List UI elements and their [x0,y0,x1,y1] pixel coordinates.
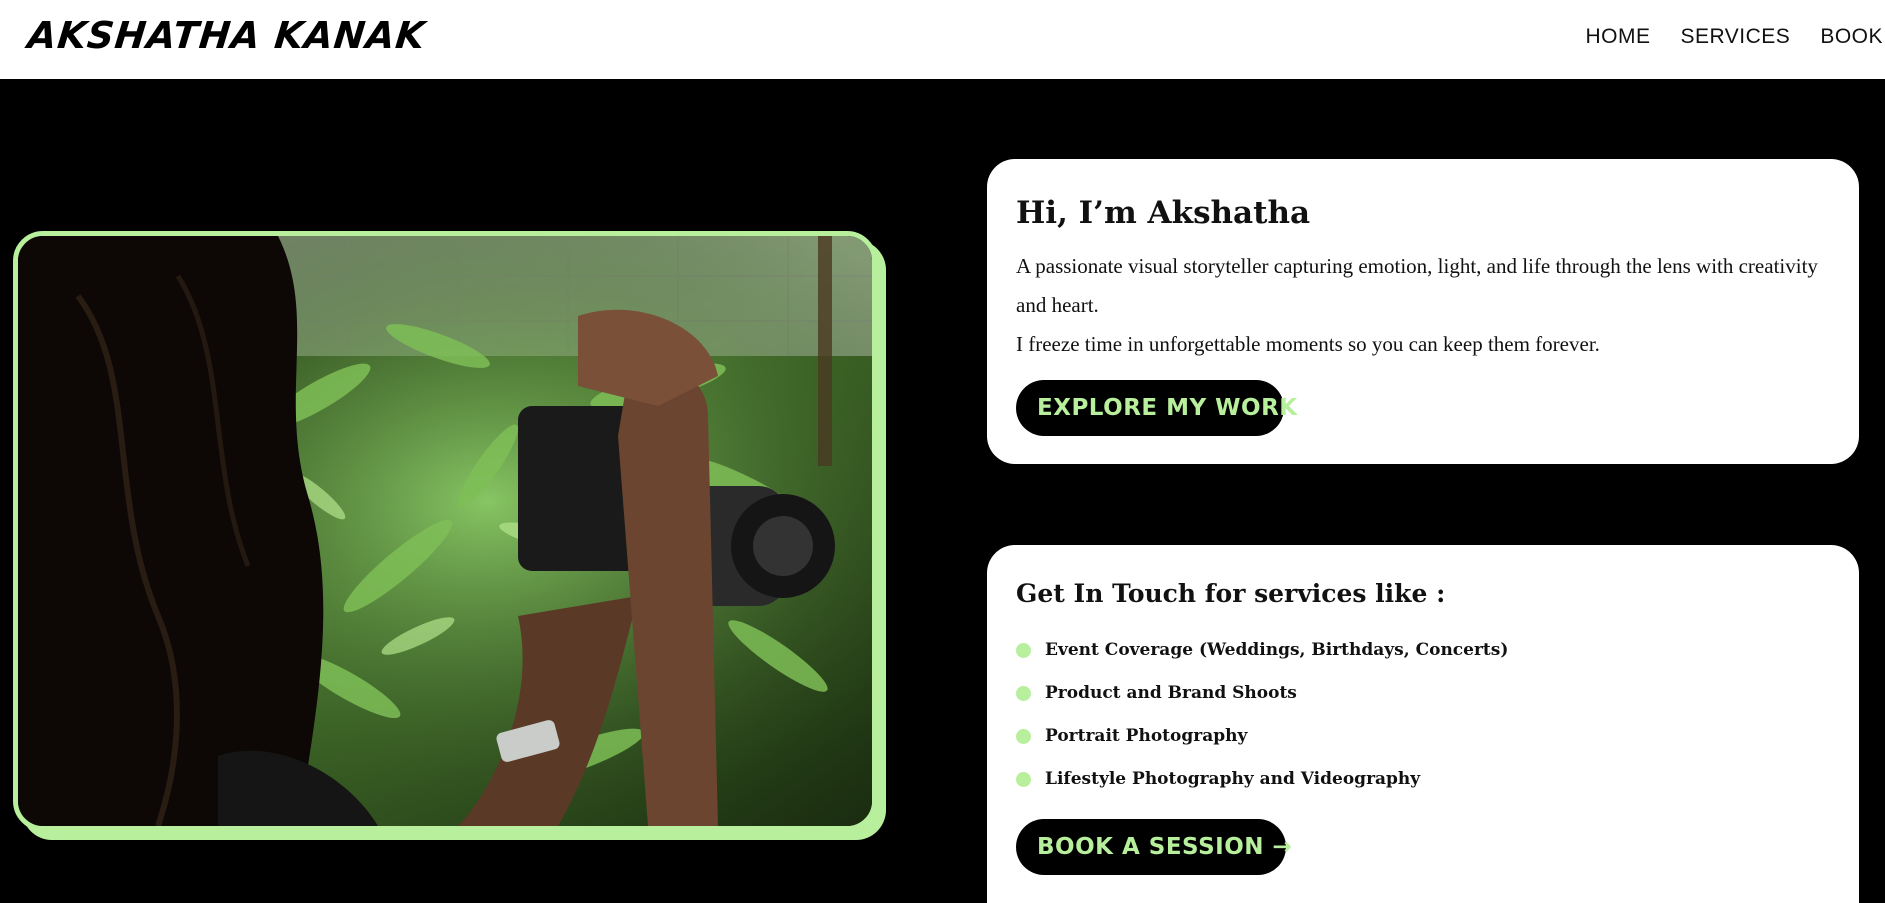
intro-line-1: A passionate visual storyteller capturin… [1016,254,1818,317]
intro-line-2: I freeze time in unforgettable moments s… [1016,332,1600,356]
services-card: Get In Touch for services like : Event C… [987,545,1859,903]
services-title: Get In Touch for services like : [1016,579,1446,608]
nav-home-link[interactable]: HOME [1585,25,1650,49]
intro-text: A passionate visual storyteller capturin… [1016,247,1836,364]
service-item: Portrait Photography [1016,725,1508,768]
intro-title: Hi, I’m Akshatha [1016,195,1311,231]
explore-work-button[interactable]: EXPLORE MY WORK [1016,380,1297,436]
main-nav: HOME SERVICES BOOK [1585,25,1885,49]
photographer-image [18,236,872,826]
services-list: Event Coverage (Weddings, Birthdays, Con… [1016,639,1508,811]
bullet-dot-icon [1016,772,1031,787]
book-session-button[interactable]: BOOK A SESSION → [1016,819,1292,875]
bullet-dot-icon [1016,643,1031,658]
nav-book-link[interactable]: BOOK [1820,25,1885,49]
service-item: Lifestyle Photography and Videography [1016,768,1508,811]
service-item: Product and Brand Shoots [1016,682,1508,725]
bullet-dot-icon [1016,729,1031,744]
bullet-dot-icon [1016,686,1031,701]
site-logo[interactable]: AKSHATHA KANAK [26,14,428,57]
service-item: Event Coverage (Weddings, Birthdays, Con… [1016,639,1508,682]
site-header: AKSHATHA KANAK HOME SERVICES BOOK [0,0,1885,79]
hero-photo [13,231,877,831]
intro-card: Hi, I’m Akshatha A passionate visual sto… [987,159,1859,464]
nav-services-link[interactable]: SERVICES [1680,25,1790,49]
